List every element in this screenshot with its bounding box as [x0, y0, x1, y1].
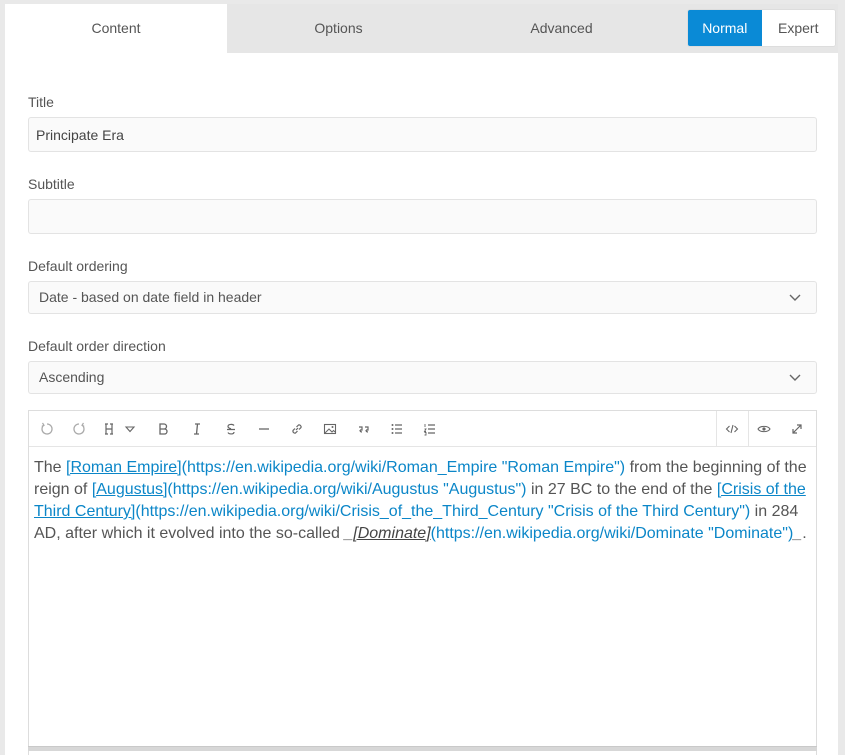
title-label: Title — [28, 94, 54, 110]
editor-content[interactable]: The [Roman Empire](https://en.wikipedia.… — [34, 457, 812, 545]
image-icon[interactable] — [318, 417, 342, 441]
default-ordering-select[interactable]: Date - based on date field in header — [28, 281, 817, 314]
emphasis-open: _ — [344, 525, 354, 542]
link-text: [Roman Empire] — [66, 459, 182, 476]
link-text: [Augustus] — [91, 481, 168, 498]
toolbar-divider — [716, 411, 717, 447]
subtitle-label: Subtitle — [28, 176, 75, 192]
editor-toolbar — [29, 411, 816, 447]
expert-mode-button[interactable]: Expert — [761, 10, 835, 46]
text-segment: in 27 BC to the end of the — [526, 481, 717, 498]
horizontal-rule-icon[interactable] — [252, 417, 276, 441]
default-order-direction-label: Default order direction — [28, 338, 166, 354]
subtitle-input[interactable] — [28, 199, 817, 234]
numbered-list-icon[interactable] — [418, 417, 442, 441]
bold-icon[interactable] — [151, 417, 175, 441]
link-url: (https://en.wikipedia.org/wiki/Augustus … — [167, 481, 527, 498]
link-url: (https://en.wikipedia.org/wiki/Dominate … — [430, 525, 794, 542]
default-ordering-label: Default ordering — [28, 258, 128, 274]
bullet-list-icon[interactable] — [385, 417, 409, 441]
link-icon[interactable] — [285, 417, 309, 441]
heading-icon[interactable] — [101, 417, 141, 441]
tab-advanced[interactable]: Advanced — [450, 4, 673, 53]
redo-icon[interactable] — [67, 417, 91, 441]
tab-content[interactable]: Content — [5, 4, 227, 53]
undo-icon[interactable] — [35, 417, 59, 441]
toolbar-divider — [748, 411, 749, 447]
quote-icon[interactable] — [352, 417, 376, 441]
editor-resize-bar[interactable] — [28, 746, 817, 751]
code-view-icon[interactable] — [720, 417, 744, 441]
markdown-editor: The [Roman Empire](https://en.wikipedia.… — [28, 410, 817, 755]
markdown-link-roman-empire[interactable]: [Roman Empire](https://en.wikipedia.org/… — [66, 459, 625, 476]
normal-mode-button[interactable]: Normal — [688, 10, 762, 46]
chevron-down-icon — [789, 294, 801, 301]
text-segment: The — [34, 459, 67, 476]
emphasis-close: _ — [793, 525, 803, 542]
markdown-link-dominate[interactable]: [Dominate](https://en.wikipedia.org/wiki… — [353, 525, 793, 542]
preview-icon[interactable] — [752, 417, 776, 441]
fullscreen-icon[interactable] — [785, 417, 809, 441]
tab-options[interactable]: Options — [227, 4, 450, 53]
tab-bar: Content Options Advanced Normal Expert — [5, 4, 838, 53]
strikethrough-icon[interactable] — [219, 417, 243, 441]
title-input[interactable] — [28, 117, 817, 152]
link-url: (https://en.wikipedia.org/wiki/Crisis_of… — [135, 503, 751, 520]
markdown-link-augustus[interactable]: [Augustus](https://en.wikipedia.org/wiki… — [92, 481, 527, 498]
italic-icon[interactable] — [185, 417, 209, 441]
mode-toggle: Normal Expert — [687, 9, 836, 47]
link-text: [Dominate] — [353, 525, 431, 542]
default-order-direction-select[interactable]: Ascending — [28, 361, 817, 394]
link-url: (https://en.wikipedia.org/wiki/Roman_Emp… — [181, 459, 626, 476]
default-ordering-value: Date - based on date field in header — [39, 289, 262, 305]
default-order-direction-value: Ascending — [39, 369, 105, 385]
editor-panel: Content Options Advanced Normal Expert T… — [5, 4, 838, 755]
chevron-down-icon — [789, 374, 801, 381]
text-segment: . — [802, 525, 807, 542]
